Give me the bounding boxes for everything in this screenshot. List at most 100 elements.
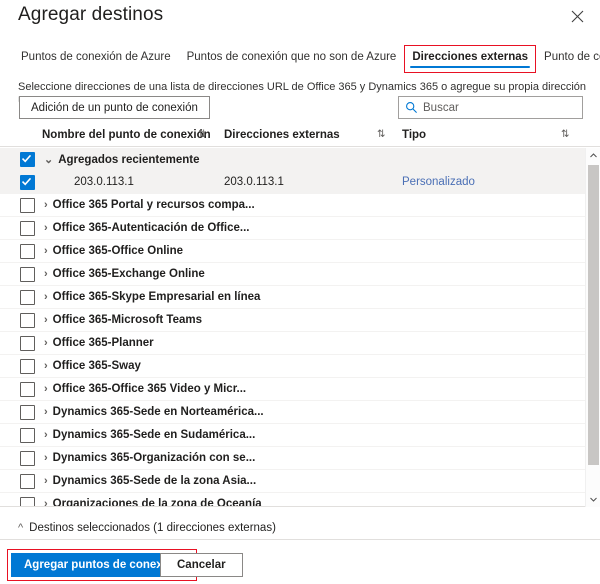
row-checkbox[interactable] (20, 198, 35, 213)
selected-destinations-label: Destinos seleccionados (1 direcciones ex… (29, 522, 276, 534)
scroll-up-icon[interactable] (586, 148, 600, 163)
sort-updown-icon[interactable]: ⇅ (198, 129, 206, 140)
table-row[interactable]: › Dynamics 365-Sede de la zona Asia... (0, 470, 585, 493)
column-header-type[interactable]: Tipo (402, 129, 426, 141)
tab-azure-endpoints[interactable]: Puntos de conexión de Azure (13, 48, 179, 72)
chevron-right-icon[interactable]: › (44, 475, 48, 487)
chevron-right-icon[interactable]: › (44, 199, 48, 211)
tab-external-addresses[interactable]: Direcciones externas (404, 45, 537, 73)
dialog-footer: Agregar puntos de conexión Cancelar (0, 549, 600, 584)
cell-endpoint-name: 203.0.113.1 (74, 176, 134, 188)
endpoint-name-text: Office 365-Exchange Online (52, 268, 205, 280)
scrollbar-thumb[interactable] (588, 165, 599, 465)
chevron-right-icon[interactable]: › (44, 429, 48, 441)
chevron-right-icon[interactable]: › (44, 222, 48, 234)
table-row[interactable]: › Office 365-Sway (0, 355, 585, 378)
cell-endpoint-name: › Dynamics 365-Sede de la zona Asia... (44, 475, 256, 487)
chevron-right-icon[interactable]: › (44, 498, 48, 506)
chevron-right-icon[interactable]: › (44, 314, 48, 326)
row-checkbox[interactable] (20, 175, 35, 190)
row-checkbox[interactable] (20, 244, 35, 259)
row-checkbox[interactable] (20, 428, 35, 443)
search-box[interactable] (398, 96, 583, 119)
tab-recent-endpoint[interactable]: Punto de conexión reciente (536, 48, 600, 72)
table-row[interactable]: › Dynamics 365-Sede en Norteamérica... (0, 401, 585, 424)
cell-endpoint-name: › Dynamics 365-Organización con se... (44, 452, 255, 464)
table-row[interactable]: › Dynamics 365-Organización con se... (0, 447, 585, 470)
row-checkbox[interactable] (20, 359, 35, 374)
close-icon (571, 10, 584, 23)
tab-non-azure-endpoints[interactable]: Puntos de conexión que no son de Azure (179, 48, 405, 72)
table-row[interactable]: › Office 365-Office Online (0, 240, 585, 263)
endpoint-name-text: Office 365-Skype Empresarial en línea (52, 291, 261, 303)
chevron-right-icon[interactable]: › (44, 291, 48, 303)
endpoint-name-text: Organizaciones de la zona de Oceanía (52, 498, 262, 507)
table-row[interactable]: › Office 365-Autenticación de Office... (0, 217, 585, 240)
search-icon (405, 101, 418, 114)
chevron-right-icon[interactable]: › (44, 268, 48, 280)
table-row[interactable]: › Dynamics 365-Sede en Sudamérica... (0, 424, 585, 447)
tab-active-underline (410, 66, 531, 68)
endpoint-name-text: Office 365-Planner (52, 337, 154, 349)
cell-endpoint-name: › Dynamics 365-Sede en Sudamérica... (44, 429, 255, 441)
chevron-right-icon[interactable]: › (44, 360, 48, 372)
table-row[interactable]: › Office 365-Skype Empresarial en línea (0, 286, 585, 309)
table-row[interactable]: 203.0.113.1 203.0.113.1 Personalizado (0, 171, 585, 194)
row-checkbox[interactable] (20, 497, 35, 506)
scroll-down-icon[interactable] (586, 492, 600, 507)
cell-external-address: 203.0.113.1 (224, 176, 284, 188)
row-checkbox[interactable] (20, 221, 35, 236)
sort-updown-icon[interactable]: ⇅ (561, 129, 569, 140)
chevron-right-icon[interactable]: › (44, 337, 48, 349)
endpoint-name-text: 203.0.113.1 (74, 176, 134, 188)
table-row[interactable]: › Office 365 Portal y recursos compa... (0, 194, 585, 217)
row-checkbox[interactable] (20, 405, 35, 420)
close-button[interactable] (564, 4, 590, 28)
endpoint-name-text: Dynamics 365-Sede en Norteamérica... (52, 406, 264, 418)
row-checkbox[interactable] (20, 290, 35, 305)
table-row[interactable]: › Office 365-Planner (0, 332, 585, 355)
table-row[interactable]: › Organizaciones de la zona de Oceanía (0, 493, 585, 507)
table-row[interactable]: › Office 365-Office 365 Video y Micr... (0, 378, 585, 401)
column-header-endpoint-name[interactable]: Nombre del punto de conexión (42, 129, 211, 141)
column-header-external-addresses[interactable]: Direcciones externas (224, 129, 340, 141)
row-checkbox[interactable] (20, 382, 35, 397)
cell-endpoint-name: › Office 365-Office 365 Video y Micr... (44, 383, 246, 395)
sort-updown-icon[interactable]: ⇅ (377, 129, 385, 140)
chevron-right-icon[interactable]: › (44, 383, 48, 395)
cell-endpoint-name: ⌄ Agregados recientemente (44, 153, 199, 166)
chevron-right-icon[interactable]: › (44, 245, 48, 257)
row-checkbox[interactable] (20, 336, 35, 351)
endpoint-name-text: Office 365 Portal y recursos compa... (52, 199, 255, 211)
cell-type[interactable]: Personalizado (402, 176, 475, 188)
add-destinations-dialog: Agregar destinos Puntos de conexión de A… (0, 0, 600, 584)
row-checkbox[interactable] (20, 451, 35, 466)
selected-destinations-toggle[interactable]: ^ Destinos seleccionados (1 direcciones … (0, 517, 600, 540)
table-row[interactable]: › Office 365-Exchange Online (0, 263, 585, 286)
table-row[interactable]: ⌄ Agregados recientemente (0, 148, 585, 171)
dialog-header: Agregar destinos (0, 0, 600, 40)
tab-label: Puntos de conexión de Azure (21, 51, 171, 63)
chevron-right-icon[interactable]: › (44, 452, 48, 464)
row-checkbox[interactable] (20, 267, 35, 282)
endpoint-name-text: Dynamics 365-Sede de la zona Asia... (52, 475, 257, 487)
row-checkbox[interactable] (20, 152, 35, 167)
chevron-up-icon: ^ (18, 522, 24, 534)
table-scrollbar[interactable] (585, 148, 600, 507)
cell-endpoint-name: › Office 365-Planner (44, 337, 154, 349)
endpoint-name-text: Agregados recientemente (58, 153, 200, 166)
cancel-button[interactable]: Cancelar (160, 553, 243, 577)
cell-endpoint-name: › Office 365-Exchange Online (44, 268, 205, 280)
table-row[interactable]: › Office 365-Microsoft Teams (0, 309, 585, 332)
chevron-down-icon[interactable]: ⌄ (44, 153, 53, 166)
row-checkbox[interactable] (20, 313, 35, 328)
chevron-right-icon[interactable]: › (44, 406, 48, 418)
add-endpoint-button[interactable]: Adición de un punto de conexión (19, 96, 210, 119)
search-input[interactable] (423, 101, 576, 114)
cell-endpoint-name: › Organizaciones de la zona de Oceanía (44, 498, 262, 507)
endpoint-name-text: Dynamics 365-Sede en Sudamérica... (52, 429, 256, 441)
endpoint-name-text: Office 365-Office Online (52, 245, 184, 257)
endpoint-name-text: Office 365-Microsoft Teams (52, 314, 203, 326)
row-checkbox[interactable] (20, 474, 35, 489)
endpoint-table-body[interactable]: ⌄ Agregados recientemente 203.0.113.1 203.0… (0, 148, 600, 507)
